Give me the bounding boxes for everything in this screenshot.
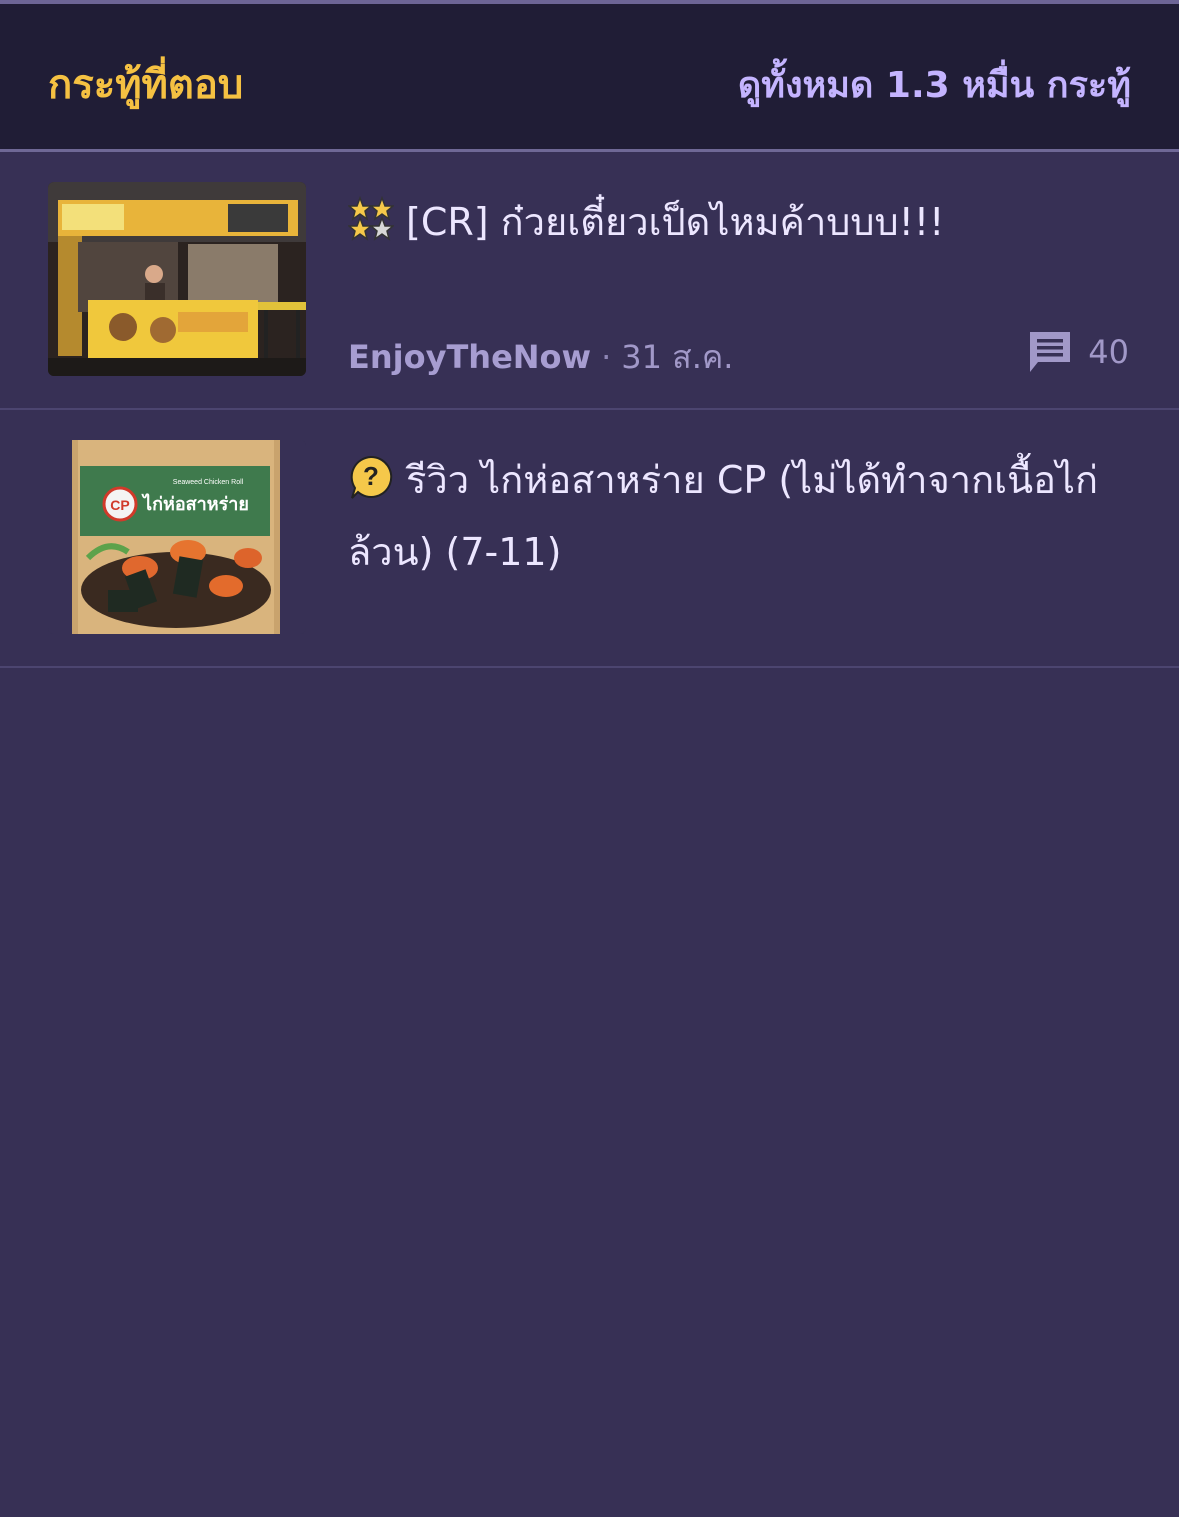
stars-icon [348,195,394,242]
post-date: 31 ส.ค. [621,338,734,376]
topic-row[interactable]: [CR] ก๋วยเตี๋ยวเป็ดไหมค้าบบบ!!! EnjoyThe… [0,152,1179,410]
topic-meta: EnjoyTheNow · 31 ส.ค. [348,332,733,383]
topic-title[interactable]: ? รีวิว ไก่ห่อสาหร่าย CP (ไม่ได้ทำจากเนื… [348,444,1128,588]
svg-text:?: ? [363,461,379,491]
topic-title-text[interactable]: [CR] ก๋วยเตี๋ยวเป็ดไหมค้าบบบ!!! [406,200,944,244]
question-icon: ? [348,454,394,500]
section-header: กระทู้ที่ตอบ ดูทั้งหมด 1.3 หมื่น กระทู้ [0,4,1179,152]
topic-row[interactable]: CP ไก่ห่อสาหร่าย Seaweed Chicken Roll ? … [0,410,1179,668]
comment-count: 40 [1026,328,1129,376]
topic-thumbnail[interactable] [48,182,306,376]
topic-thumbnail[interactable]: CP ไก่ห่อสาหร่าย Seaweed Chicken Roll [48,440,306,634]
separator-dot: · [601,338,612,376]
package-brand: CP [110,497,129,513]
topic-title[interactable]: [CR] ก๋วยเตี๋ยวเป็ดไหมค้าบบบ!!! [348,186,1128,258]
view-all-link[interactable]: ดูทั้งหมด 1.3 หมื่น กระทู้ [738,56,1131,113]
topic-title-text[interactable]: รีวิว ไก่ห่อสาหร่าย CP (ไม่ได้ทำจากเนื้อ… [348,458,1098,574]
package-product: ไก่ห่อสาหร่าย [141,493,249,515]
seaweed-chicken-package-image: CP ไก่ห่อสาหร่าย Seaweed Chicken Roll [48,440,306,634]
author-name[interactable]: EnjoyTheNow [348,338,591,376]
section-title: กระทู้ที่ตอบ [48,62,244,108]
comment-icon [1026,328,1074,376]
duck-noodle-stall-image [48,182,306,376]
topic-list: [CR] ก๋วยเตี๋ยวเป็ดไหมค้าบบบ!!! EnjoyThe… [0,152,1179,668]
comment-number: 40 [1088,333,1129,371]
package-english: Seaweed Chicken Roll [173,479,244,486]
